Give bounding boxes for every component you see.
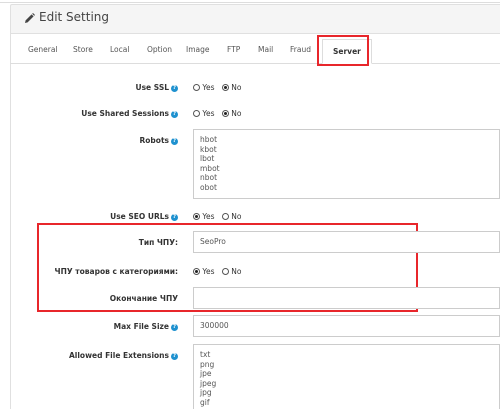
server-tab-highlight [317,35,369,66]
use-ssl-no-label: No [231,83,242,92]
shared-sessions-label: Use Shared Sessions? [81,109,178,118]
tab-image[interactable]: Image [186,45,210,54]
seo-category-yes-label: Yes [202,267,215,276]
seo-urls-yes-label: Yes [202,212,215,221]
use-ssl-radios: Yes No [193,83,241,92]
use-ssl-label: Use SSL? [135,83,178,92]
seo-urls-no-label: No [231,212,242,221]
seo-suffix-label: Окончание ЧПУ [109,294,178,303]
seo-type-label: Тип ЧПУ: [138,238,178,247]
robots-label: Robots? [139,136,178,145]
question-circle-icon[interactable]: ? [171,138,178,145]
max-file-size-input[interactable]: 300000 [193,315,500,337]
seo-category-radios: Yes No [193,267,241,276]
panel-heading: Edit Setting [10,4,500,34]
seo-category-label: ЧПУ товаров с категориями: [54,267,178,276]
seo-urls-radios: Yes No [193,212,241,221]
use-ssl-yes-label: Yes [202,83,215,92]
tab-fraud[interactable]: Fraud [290,45,311,54]
use-ssl-no-radio[interactable] [221,84,229,91]
max-file-size-label: Max File Size? [113,322,178,331]
seo-category-no-label: No [231,267,242,276]
seo-category-yes-radio[interactable] [193,268,200,275]
robots-textarea[interactable]: hbot kbot lbot mbot nbot obot [193,129,500,199]
allowed-ext-textarea[interactable]: txt png jpe jpeg jpg gif [193,344,500,409]
tab-ftp[interactable]: FTP [227,45,240,54]
shared-sessions-no-label: No [231,109,242,118]
shared-sessions-radios: Yes No [193,109,241,118]
page-title: Edit Setting [39,10,110,24]
question-circle-icon[interactable]: ? [171,324,178,331]
tab-mail[interactable]: Mail [258,45,273,54]
question-circle-icon[interactable]: ? [171,111,178,118]
shared-sessions-yes-radio[interactable] [193,110,200,117]
tab-option[interactable]: Option [147,45,172,54]
pencil-icon [25,13,35,23]
shared-sessions-no-radio[interactable] [221,110,229,117]
tab-local[interactable]: Local [110,45,129,54]
question-circle-icon[interactable]: ? [171,85,178,92]
seo-type-select[interactable]: SeoPro [193,231,500,253]
settings-panel: Edit Setting General Store Local Option … [0,0,500,409]
shared-sessions-yes-label: Yes [202,109,215,118]
question-circle-icon[interactable]: ? [171,353,178,360]
top-divider [0,2,500,3]
question-circle-icon[interactable]: ? [171,214,178,221]
allowed-ext-label: Allowed File Extensions? [68,351,178,360]
seo-category-no-radio[interactable] [221,268,229,275]
tabs-divider [10,63,500,64]
use-ssl-yes-radio[interactable] [193,84,200,91]
seo-urls-yes-radio[interactable] [193,213,200,220]
tab-store[interactable]: Store [73,45,93,54]
seo-urls-no-radio[interactable] [221,213,229,220]
seo-suffix-input[interactable] [193,287,500,309]
tab-general[interactable]: General [28,45,58,54]
seo-urls-label: Use SEO URLs? [110,212,178,221]
